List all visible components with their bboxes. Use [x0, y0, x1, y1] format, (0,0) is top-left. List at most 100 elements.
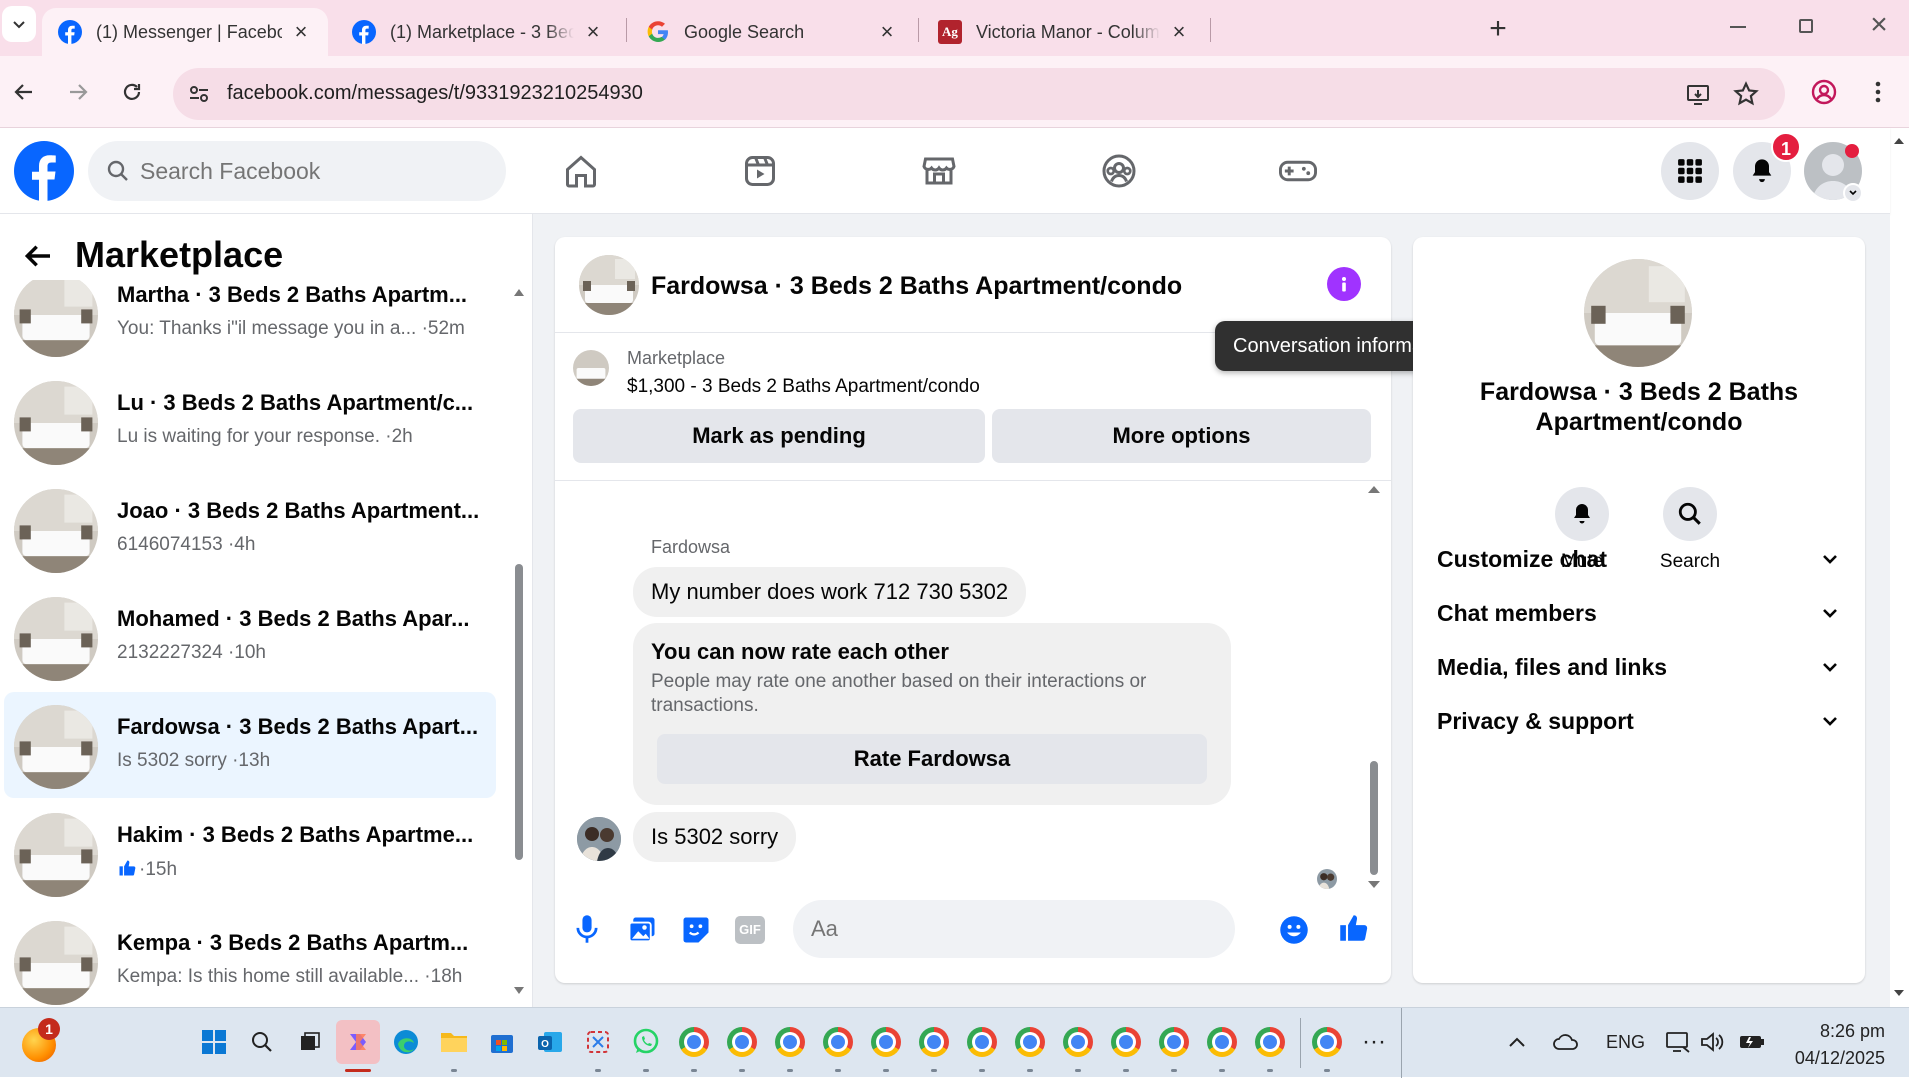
chrome-taskbar-button[interactable]: [1104, 1020, 1148, 1072]
emoji-icon[interactable]: [1279, 915, 1309, 945]
back-button[interactable]: [4, 72, 44, 112]
install-app-icon[interactable]: [1685, 81, 1711, 107]
store-icon[interactable]: [480, 1020, 524, 1064]
reload-button[interactable]: [112, 72, 152, 112]
chrome-taskbar-button[interactable]: [672, 1020, 716, 1072]
conversation-item[interactable]: Lu · 3 Beds 2 Baths Apartment/c... Lu is …: [4, 368, 496, 474]
bookmark-star-icon[interactable]: [1733, 81, 1759, 107]
message-bubble[interactable]: Is 5302 sorry: [633, 812, 797, 862]
mute-button[interactable]: [1555, 487, 1609, 541]
chrome-taskbar-button[interactable]: [1056, 1020, 1100, 1072]
restore-icon[interactable]: [1799, 19, 1813, 33]
more-apps-icon[interactable]: ···: [1352, 1020, 1396, 1064]
whatsapp-icon[interactable]: [624, 1020, 668, 1072]
info-avatar[interactable]: [1584, 259, 1692, 367]
new-tab-button[interactable]: +: [1480, 12, 1516, 48]
volume-icon[interactable]: [1690, 1020, 1734, 1064]
conversation-info-button[interactable]: [1327, 267, 1361, 301]
browser-menu-icon[interactable]: [1858, 72, 1898, 112]
microphone-icon[interactable]: [573, 913, 601, 945]
minimize-icon[interactable]: [1730, 26, 1746, 28]
task-view-icon[interactable]: [288, 1020, 332, 1064]
address-bar[interactable]: facebook.com/messages/t/9331923210254930: [173, 68, 1785, 120]
language-indicator[interactable]: ENG: [1606, 1032, 1645, 1053]
tab-victoria-manor[interactable]: Ag Victoria Manor - Columbus, OH ×: [922, 8, 1206, 56]
page-scrollbar[interactable]: [1890, 128, 1909, 1007]
listing-thumbnail[interactable]: [573, 350, 609, 386]
chrome-taskbar-button[interactable]: [1152, 1020, 1196, 1072]
conversation-item[interactable]: Joao · 3 Beds 2 Baths Apartment... 614607…: [4, 476, 496, 582]
chrome-taskbar-button[interactable]: [1200, 1020, 1244, 1072]
attach-photo-icon[interactable]: [627, 915, 657, 945]
chrome-taskbar-button[interactable]: [768, 1020, 812, 1072]
gif-icon[interactable]: GIF: [735, 916, 765, 944]
conversation-item[interactable]: Mohamed · 3 Beds 2 Baths Apar... 21322273…: [4, 584, 496, 690]
conversation-item[interactable]: Hakim · 3 Beds 2 Baths Apartme... ·15h: [4, 800, 496, 906]
tab-search-button[interactable]: [2, 6, 36, 42]
tab-messenger[interactable]: (1) Messenger | Facebook ×: [42, 8, 328, 56]
chrome-taskbar-button[interactable]: [720, 1020, 764, 1072]
clock-time[interactable]: 8:26 pm: [1785, 1021, 1885, 1042]
file-explorer-icon[interactable]: [432, 1020, 476, 1072]
close-tab-icon[interactable]: ×: [1168, 21, 1190, 43]
tab-google[interactable]: Google Search ×: [630, 8, 914, 56]
menu-button[interactable]: [1661, 142, 1719, 200]
chrome-taskbar-button[interactable]: [1248, 1020, 1292, 1072]
nav-marketplace[interactable]: [913, 146, 965, 196]
conversation-item[interactable]: Kempa · 3 Beds 2 Baths Apartm... Kempa: I…: [4, 908, 496, 1007]
close-tab-icon[interactable]: ×: [290, 21, 312, 43]
close-window-icon[interactable]: ×: [1866, 10, 1892, 40]
facebook-logo[interactable]: [14, 141, 74, 201]
forward-button[interactable]: [58, 72, 98, 112]
windows-start-icon[interactable]: [192, 1020, 236, 1064]
close-tab-icon[interactable]: ×: [876, 21, 898, 43]
nav-home[interactable]: [555, 146, 607, 196]
close-tab-icon[interactable]: ×: [582, 21, 604, 43]
chrome-taskbar-button[interactable]: [864, 1020, 908, 1072]
show-hidden-icons[interactable]: [1495, 1020, 1539, 1064]
sticker-icon[interactable]: [681, 915, 711, 945]
chat-title[interactable]: Fardowsa · 3 Beds 2 Baths Apartment/cond…: [651, 272, 1182, 301]
copilot-icon[interactable]: [336, 1020, 380, 1072]
conversation-item[interactable]: Fardowsa · 3 Beds 2 Baths Apart... Is 530…: [4, 692, 496, 798]
onedrive-icon[interactable]: [1544, 1020, 1588, 1064]
sender-avatar[interactable]: [577, 817, 621, 861]
info-section-row[interactable]: Customize chat: [1437, 539, 1841, 579]
clock-date[interactable]: 04/12/2025: [1785, 1048, 1885, 1069]
snipping-tool-icon[interactable]: [576, 1020, 620, 1072]
back-arrow-icon[interactable]: [22, 240, 54, 272]
thumbs-up-icon[interactable]: [1336, 911, 1370, 945]
edge-icon[interactable]: [384, 1020, 428, 1064]
tab-marketplace[interactable]: (1) Marketplace - 3 Beds 2 Baths ×: [336, 8, 620, 56]
conversation-scrollbar[interactable]: [512, 284, 526, 1004]
search-input[interactable]: [140, 141, 490, 201]
info-section-row[interactable]: Media, files and links: [1437, 647, 1841, 687]
taskbar-search-icon[interactable]: [240, 1020, 284, 1064]
nav-gaming[interactable]: [1272, 146, 1324, 196]
outlook-icon[interactable]: O: [528, 1020, 572, 1064]
info-section-row[interactable]: Chat members: [1437, 593, 1841, 633]
chat-scrollbar[interactable]: [1367, 481, 1381, 893]
account-chevron-icon[interactable]: [1843, 183, 1863, 203]
battery-icon[interactable]: [1730, 1020, 1774, 1064]
rate-user-button[interactable]: Rate Fardowsa: [657, 734, 1207, 784]
message-input[interactable]: [811, 900, 1171, 958]
search-in-conversation-button[interactable]: [1663, 487, 1717, 541]
nav-groups[interactable]: [1093, 146, 1145, 196]
message-composer[interactable]: [793, 900, 1235, 958]
conversation-item[interactable]: Martha · 3 Beds 2 Baths Apartm... You: Th…: [4, 280, 496, 366]
info-section-row[interactable]: Privacy & support: [1437, 701, 1841, 741]
chrome-taskbar-button[interactable]: [816, 1020, 860, 1072]
site-info-icon[interactable]: [187, 82, 211, 106]
chrome-taskbar-button[interactable]: [960, 1020, 1004, 1072]
chrome-taskbar-button[interactable]: [1008, 1020, 1052, 1072]
listing-title[interactable]: $1,300 - 3 Beds 2 Baths Apartment/condo: [627, 376, 980, 398]
more-options-button[interactable]: More options: [992, 409, 1371, 463]
facebook-search[interactable]: [88, 141, 506, 201]
chrome-taskbar-button[interactable]: [912, 1020, 956, 1072]
chrome-profile-icon[interactable]: [1305, 1020, 1349, 1072]
profile-icon[interactable]: [1804, 72, 1844, 112]
chat-avatar[interactable]: [579, 255, 639, 315]
mark-as-pending-button[interactable]: Mark as pending: [573, 409, 985, 463]
nav-video[interactable]: [734, 146, 786, 196]
